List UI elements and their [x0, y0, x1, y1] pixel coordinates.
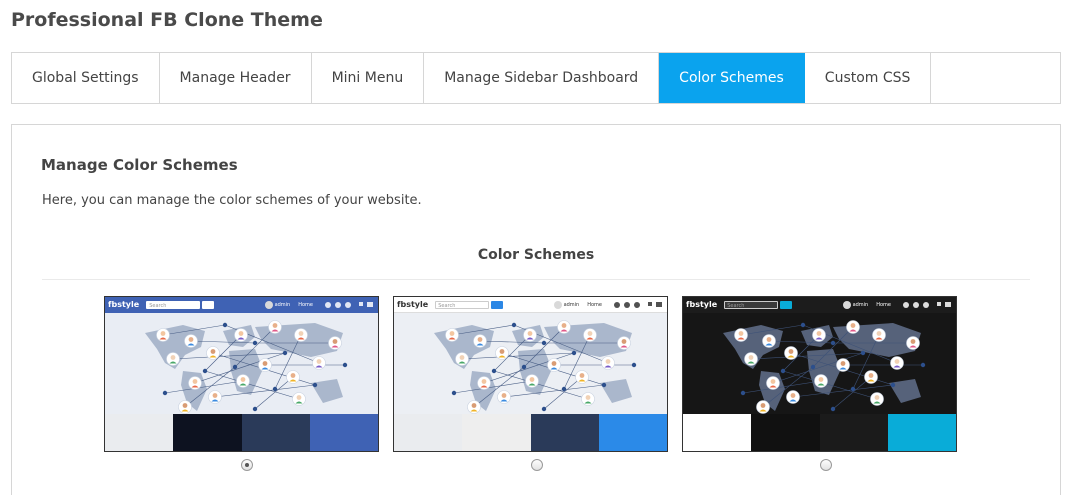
preview-world-map: [683, 313, 956, 416]
color-swatch-2: [751, 414, 820, 451]
globe-icon: [614, 301, 620, 308]
color-swatch-4: [887, 414, 956, 451]
avatar: [553, 300, 562, 309]
scheme-radio-blue[interactable]: [241, 459, 253, 471]
tab-global-settings[interactable]: Global Settings: [12, 53, 160, 103]
tab-color-schemes[interactable]: Color Schemes: [659, 53, 805, 103]
menu-icon: [367, 301, 373, 307]
preview-world-map: [394, 313, 667, 416]
avatar: [842, 300, 851, 309]
preview-logo: fbstyle: [686, 300, 718, 309]
chevron-down-icon: [648, 301, 652, 306]
search-icon: [202, 300, 215, 309]
preview-username: admin: [852, 301, 869, 308]
preview-user: admin Home: [842, 300, 891, 309]
globe-icon: [325, 301, 331, 308]
color-swatch-1: [683, 414, 752, 451]
tab-custom-css[interactable]: Custom CSS: [805, 53, 932, 103]
page-title: Professional FB Clone Theme: [11, 9, 323, 31]
preview-logo: fbstyle: [108, 300, 140, 309]
preview-search-input: Search: [435, 300, 490, 309]
menu-icon: [945, 301, 951, 307]
preview-home-link: Home: [876, 301, 891, 308]
color-swatch-1: [105, 414, 174, 451]
color-swatch-1: [394, 414, 463, 451]
preview-search-input: Search: [146, 300, 201, 309]
preview-header-icons: [899, 301, 951, 308]
color-swatch-4: [598, 414, 667, 451]
color-swatch-3: [241, 414, 310, 451]
chat-icon: [335, 301, 341, 308]
preview-search-input: Search: [724, 300, 779, 309]
preview-username: admin: [274, 301, 291, 308]
friends-icon: [923, 301, 929, 308]
scheme-preview-light[interactable]: fbstyle Search admin Home: [393, 296, 668, 452]
color-schemes-panel: Manage Color Schemes Here, you can manag…: [11, 124, 1061, 495]
color-swatch-2: [462, 414, 531, 451]
chat-icon: [913, 301, 919, 308]
avatar: [264, 300, 273, 309]
globe-icon: [903, 301, 909, 308]
preview-world-map: [105, 313, 378, 416]
tab-mini-menu[interactable]: Mini Menu: [312, 53, 425, 103]
color-swatch-4: [309, 414, 378, 451]
section-title: Manage Color Schemes: [41, 156, 238, 174]
preview-header-bar: fbstyle Search admin Home: [394, 297, 667, 313]
color-swatch-3: [819, 414, 888, 451]
tab-manage-header[interactable]: Manage Header: [160, 53, 312, 103]
preview-user: admin Home: [264, 300, 313, 309]
friends-icon: [634, 301, 640, 308]
color-swatches: [683, 414, 956, 451]
color-swatches: [105, 414, 378, 451]
color-swatch-2: [173, 414, 242, 451]
scheme-preview-dark[interactable]: fbstyle Search admin Home: [682, 296, 957, 452]
preview-home-link: Home: [298, 301, 313, 308]
preview-search-placeholder: Search: [727, 302, 745, 309]
preview-header-icons: [610, 301, 662, 308]
color-swatch-3: [530, 414, 599, 451]
search-icon: [780, 300, 793, 309]
preview-header-icons: [321, 301, 373, 308]
chevron-down-icon: [937, 301, 941, 306]
preview-logo: fbstyle: [397, 300, 429, 309]
preview-user: admin Home: [553, 300, 602, 309]
scheme-radio-dark[interactable]: [820, 459, 832, 471]
search-icon: [491, 300, 504, 309]
menu-icon: [656, 301, 662, 307]
section-description: Here, you can manage the color schemes o…: [42, 193, 422, 208]
settings-tabs: Global Settings Manage Header Mini Menu …: [11, 52, 1061, 104]
preview-header-bar: fbstyle Search admin Home: [105, 297, 378, 313]
color-swatches: [394, 414, 667, 451]
preview-header-bar: fbstyle Search admin Home: [683, 297, 956, 313]
scheme-radio-light[interactable]: [531, 459, 543, 471]
scheme-preview-blue[interactable]: fbstyle Search admin Home: [104, 296, 379, 452]
chevron-down-icon: [359, 301, 363, 306]
tab-manage-sidebar-dashboard[interactable]: Manage Sidebar Dashboard: [424, 53, 660, 103]
friends-icon: [345, 301, 351, 308]
preview-home-link: Home: [587, 301, 602, 308]
schemes-heading: Color Schemes: [477, 247, 595, 263]
preview-search-placeholder: Search: [438, 302, 456, 309]
chat-icon: [624, 301, 630, 308]
divider: [42, 279, 1030, 280]
preview-search-placeholder: Search: [149, 302, 167, 309]
preview-username: admin: [563, 301, 580, 308]
